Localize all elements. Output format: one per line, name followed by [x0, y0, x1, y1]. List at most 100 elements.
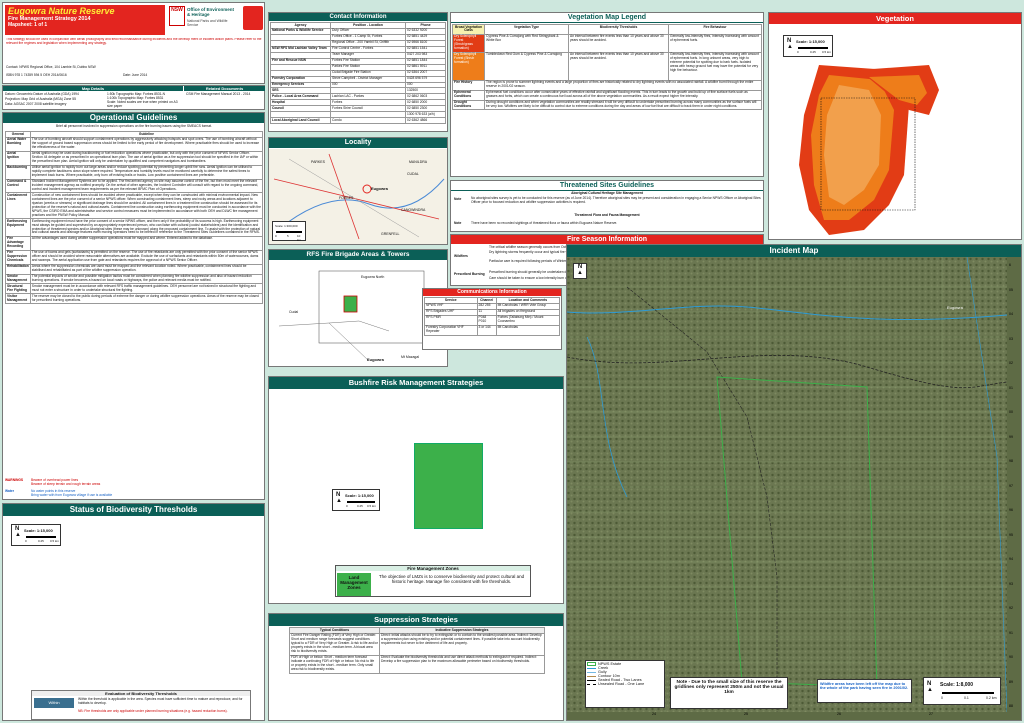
place-cudal: CUDAL — [407, 172, 419, 176]
reserve-polygon-lmz — [414, 443, 483, 529]
data-source: Data: AGSAC 2007 2008 satellite imagery — [5, 102, 67, 106]
threatened-note2: There have been no recorded sightings of… — [471, 221, 618, 225]
op-row-label: Earthmoving Equipment — [5, 218, 31, 237]
veg-beh-2: Generally low-intensity fires, intensity… — [668, 51, 762, 81]
water-label: Water — [5, 489, 15, 493]
bf-tick-1: 0.25 — [357, 504, 363, 508]
veg-col-behaviour: Fire Behaviour — [668, 24, 762, 35]
rfs-cudal: Cudal — [289, 310, 299, 314]
grid-label: 03 — [1009, 336, 1013, 341]
op-row: Command & Control Standard Incident Manag… — [5, 178, 264, 194]
mapsheet-label: Mapsheet: 1 of 1 — [8, 22, 48, 28]
bio-eval-title: Evaluation of Biodiversity Thresholds — [32, 691, 250, 696]
rfs-eugowra-north: Eugowra North — [361, 275, 385, 279]
comms-header: Communications Information — [423, 289, 561, 296]
veg-col-class: Broad Vegetation Class — [452, 24, 485, 35]
comms-service: RFS PMR — [424, 314, 478, 326]
op-row-label: Smoke Management — [5, 273, 31, 285]
veg-class-1: Dry Sclerophyll Forest (Shrub/grass form… — [452, 33, 485, 53]
veg-legend-table: Broad Vegetation Class Vegetation Type B… — [452, 24, 762, 111]
bushfire-scale-box: N ▲ Scale: 1:15,000 0 0.25 0.5 km — [332, 489, 380, 511]
contact-agency: Local Aboriginal Land Council — [270, 117, 331, 125]
fire-history-text: The region is prone to summer lightning … — [484, 79, 762, 91]
suppression-header: Suppression Strategies — [269, 614, 563, 626]
grid-label: 01 — [1009, 385, 1013, 390]
veg-scalebar — [798, 47, 828, 49]
bio-scale-box: N ▲ Scale: 1:15,000 0 0.25 0.5 km — [11, 524, 61, 546]
veg-drought-row: Drought Conditions During drought condit… — [452, 99, 762, 111]
bushfire-panel: Bushfire Risk Management Strategies N ▲ S… — [268, 376, 564, 604]
bf-tick-0: 0 — [346, 504, 348, 508]
grid-label: 89 — [1009, 679, 1013, 684]
contact-table: Agency Position - Location Phone National … — [270, 22, 446, 125]
op-row-text: The reserve may be closed to the public … — [29, 293, 264, 305]
comms-channel: 3 or 144 — [476, 324, 497, 336]
op-row: Aerial Ignition Aerial ignition may be us… — [5, 150, 264, 166]
op-row: Fire Suppression Chemicals The use of foa… — [5, 249, 264, 265]
grid-label: 98 — [1009, 459, 1013, 463]
veg-legend-header: Vegetation Map Legend — [451, 13, 763, 23]
place-parkes: PARKES — [311, 160, 325, 164]
grid-label: 99 — [1009, 434, 1013, 439]
veg-row-2: Dry Sclerophyll Forest (Shrub formation)… — [452, 51, 762, 81]
grid-label: 04 — [1009, 312, 1013, 316]
op-row: Containment Lines Construction of new con… — [5, 192, 264, 220]
fire-mgmt-title: Fire Management Zones — [336, 566, 530, 571]
locality-header: Locality — [269, 138, 447, 148]
veg-type-2: Tumbledown Red Gum & Cypress Pine & Curr… — [484, 51, 569, 81]
op-row: Aerial Water Bombing The use of bombing a… — [5, 136, 264, 152]
grid-label: 90 — [1009, 655, 1013, 659]
bushfire-scale-label: Scale: 1:15,000 — [345, 493, 374, 498]
op-row-text: Aerial ignition may be used during backb… — [29, 150, 264, 166]
supp-cond-1: Current Fire Danger Rating (FDR) of Very… — [289, 632, 380, 656]
incident-scalebar — [942, 692, 994, 694]
warnings-box: WARNINGS Beware of overhead power lines … — [5, 478, 263, 489]
grid-label: 27 — [929, 712, 933, 716]
threatened-note1-label: Note — [454, 197, 462, 201]
grid-label: 02 — [1009, 361, 1013, 365]
incident-north-box: N ▲ — [573, 263, 587, 279]
operational-table: General Guideline Aerial Water Bombing The… — [5, 131, 264, 305]
place-forbes: FORBES — [339, 196, 354, 200]
vegetation-panel: Vegetation N ▲ Scale: 1:15,000 0 0.25 0.5… — [768, 12, 1022, 240]
doc-ref: ISBN 978 1 74359 594 5 OEH 2014/0616 — [6, 73, 67, 77]
op-row-text: The use of bombing aircraft should suppo… — [29, 136, 264, 152]
op-row-text: Areas where fire suppression chemicals a… — [29, 263, 264, 275]
emblem-icon — [243, 6, 263, 30]
place-canowindra: CANOWINDRA — [401, 208, 426, 212]
bio-scalebar — [26, 536, 56, 538]
veg-tick-0: 0 — [797, 50, 799, 54]
supp-row-2: FDR of High or below. Short - medium ter… — [289, 654, 545, 674]
scale-note: Scale: Noted scales are true when printe… — [107, 100, 178, 108]
bio-within-label: Within — [34, 698, 74, 708]
bushfire-scalebar — [347, 501, 375, 503]
comms-table: Service Channel Location and Comments NPWS… — [424, 297, 561, 336]
veg-tick-1: 0.25 — [810, 50, 816, 54]
locality-panel: Locality PARKES FORBES Eugowra CANOWINDR… — [268, 137, 448, 245]
contact-panel: Contact Information Agency Position - Loc… — [268, 12, 448, 132]
comms-service: Forestry Corporation VHF Repeater — [424, 324, 478, 336]
nsw-logo: NSW — [169, 6, 185, 26]
fire-history-label: Fire History — [452, 79, 485, 91]
agency-name: Office of Environment & Heritage — [187, 7, 235, 17]
wildfires-label: Wildfires — [454, 254, 468, 258]
op-row-label: Rehabilitation — [5, 263, 31, 275]
grid-labels-right: 6 05 04 03 02 01 00 99 98 97 96 95 94 93 92 91 90 89 88 — [1008, 257, 1022, 712]
incident-north-icon: N ▲ — [577, 264, 583, 276]
grid-label: 94 — [1009, 557, 1013, 561]
locality-scale-label: Scale: 1:300,000 — [275, 224, 298, 228]
incident-legend: NPWS Estate Creek Gully Contour 10m Seal… — [585, 660, 665, 708]
contact-line: Contact: NPWS Regional Office, 104 Lambi… — [6, 65, 96, 69]
comms-location: Mt Canobolas — [495, 324, 561, 336]
op-row-text: Utilise aerial ignition to rapidly burn … — [29, 164, 264, 180]
inc-tick-1: 0.1 — [964, 696, 969, 700]
veg-legend-panel: Vegetation Map Legend Broad Vegetation C… — [450, 12, 764, 177]
grid-label: 6 — [1009, 263, 1011, 267]
fire-mgmt-box: Fire Management Zones Land Management Zo… — [335, 565, 531, 597]
op-row-label: Aerial Water Bombing — [5, 136, 31, 152]
rfs-eugowra: Eugowra — [367, 357, 384, 362]
op-row-text: Construction of new containment lines sh… — [29, 192, 264, 220]
supp-strat-2: Direct: Evaluate the biodiversity thresh… — [379, 654, 545, 674]
comms-channel: P048 P010 — [476, 314, 497, 326]
supp-row-1: Current Fire Danger Rating (FDR) of Very… — [289, 632, 545, 656]
